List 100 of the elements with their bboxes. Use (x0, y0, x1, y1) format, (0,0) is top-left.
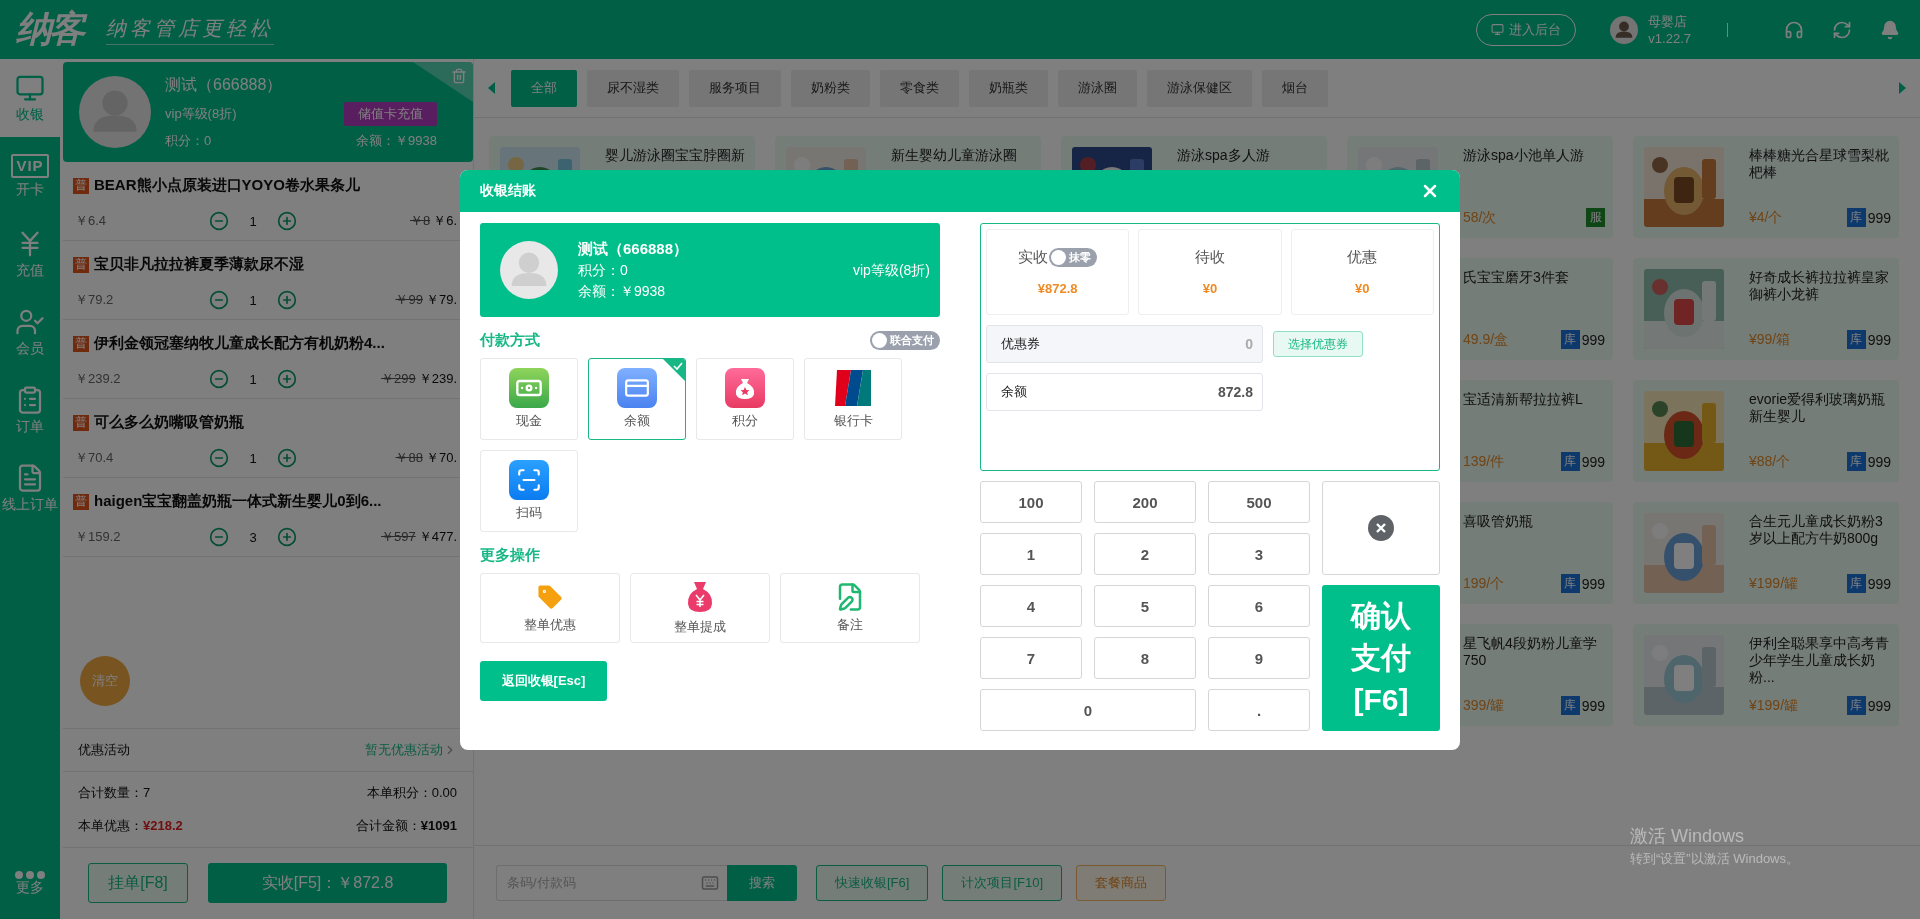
bell-icon[interactable] (1880, 19, 1900, 40)
category-tab[interactable]: 零食类 (880, 69, 959, 107)
category-tab[interactable]: 奶瓶类 (969, 69, 1048, 107)
product-price: 139/件 (1463, 452, 1505, 471)
keypad-key[interactable]: 6 (1208, 585, 1310, 627)
quantity: 1 (248, 213, 258, 229)
product-name: 宝适清新帮拉拉裤L (1463, 391, 1584, 408)
summary-value: ¥872.8 (1037, 281, 1078, 296)
minus-button[interactable] (209, 369, 229, 389)
confirm-payment-button[interactable]: 确认支付[F6] (1322, 585, 1440, 731)
keyboard-icon[interactable] (701, 873, 719, 892)
payment-method[interactable]: 扫码 (480, 450, 578, 532)
headset-icon[interactable] (1784, 19, 1804, 40)
trash-icon[interactable] (451, 68, 467, 84)
minus-button[interactable] (209, 448, 229, 468)
payment-method[interactable]: 积分 (696, 358, 794, 440)
action-tile[interactable]: 备注 (780, 573, 920, 643)
minus-button[interactable] (209, 527, 229, 547)
payment-method[interactable]: 余额 (588, 358, 686, 440)
stock-tag: 库 (1560, 696, 1580, 715)
stock-count: 999 (1581, 453, 1605, 470)
plus-button[interactable] (277, 448, 297, 468)
keypad-key[interactable]: 8 (1094, 637, 1196, 679)
category-tab[interactable]: 奶粉类 (791, 69, 870, 107)
member-level: vip等级(8折) (853, 261, 930, 280)
product-price: ¥88/个 (1749, 452, 1791, 471)
keypad-key[interactable]: 100 (980, 481, 1082, 523)
category-tab[interactable]: 游泳圈 (1058, 69, 1137, 107)
coupon-field[interactable]: 优惠券 0 (986, 325, 1263, 363)
plus-button[interactable] (277, 290, 297, 310)
select-coupon-button[interactable]: 选择优惠券 (1273, 331, 1363, 357)
category-tab[interactable]: 尿不湿类 (587, 69, 679, 107)
vip-icon: VIP (11, 153, 49, 178)
action-tile[interactable]: 整单提成 (630, 573, 770, 643)
version: v1.22.7 (1648, 31, 1691, 46)
summary-value: ¥0 (1355, 281, 1370, 296)
item-name: 可么多么奶嘴吸管奶瓶 (94, 413, 244, 432)
recharge-button[interactable]: 储值卡充值 (344, 101, 437, 126)
back-button[interactable]: 返回收银[Esc] (480, 661, 607, 701)
keypad-key[interactable]: 200 (1094, 481, 1196, 523)
stock-count: 999 (1867, 331, 1891, 348)
item-badge: 普 (73, 256, 89, 273)
original-price: ￥597 (381, 528, 416, 546)
keypad-key[interactable]: . (1208, 689, 1310, 731)
category-tab[interactable]: 服务项目 (689, 69, 781, 107)
member-balance: 余额：￥9938 (356, 131, 437, 150)
plus-button[interactable] (277, 211, 297, 231)
original-price: ￥299 (381, 370, 416, 388)
category-tab[interactable]: 游泳保健区 (1147, 69, 1252, 107)
clear-icon (1368, 515, 1394, 541)
dots-icon (15, 871, 45, 879)
order-points: 本单积分：0.00 (365, 784, 457, 802)
product-card[interactable]: 合生元儿童成长奶粉3岁以上配方牛奶800g ¥199/罐 库 999 (1633, 502, 1899, 604)
product-price: 399/罐 (1463, 696, 1505, 715)
keypad-key[interactable]: 0 (980, 689, 1196, 731)
line-total: ￥70. (425, 449, 457, 467)
money-bag-icon (725, 368, 765, 408)
product-card[interactable]: 伊利全聪果享中高考青少年学生儿童成长奶粉... ¥199/罐 库 999 (1633, 624, 1899, 726)
member-points: 积分：0 (165, 131, 212, 150)
plus-button[interactable] (277, 369, 297, 389)
avatar (500, 241, 558, 299)
keypad-key[interactable]: 5 (1094, 585, 1196, 627)
toggle-switch[interactable]: 联合支付 (870, 331, 940, 350)
keypad-key[interactable]: 9 (1208, 637, 1310, 679)
keypad-key[interactable]: 1 (980, 533, 1082, 575)
product-price: 199/个 (1463, 574, 1505, 593)
stock-count: 999 (1581, 575, 1605, 592)
refresh-icon[interactable] (1832, 19, 1852, 40)
product-card[interactable]: 好奇成长裤拉拉裤皇家御裤小龙裤 ¥99/箱 库 999 (1633, 258, 1899, 360)
product-name: 棒棒糖光合星球雪梨枇杷棒 (1749, 147, 1890, 181)
scroll-right-icon[interactable] (1899, 82, 1906, 94)
stock-tag: 库 (1846, 452, 1866, 471)
product-name: 星飞帆4段奶粉儿童学 (1463, 635, 1598, 652)
product-card[interactable]: evorie爱得利玻璃奶瓶新生婴儿 ¥88/个 库 999 (1633, 380, 1899, 482)
balance-field[interactable]: 余额 872.8 (986, 373, 1263, 411)
original-price: ￥88 (395, 449, 423, 467)
check-icon (663, 359, 685, 381)
backspace-button[interactable] (1322, 481, 1440, 575)
payment-method[interactable]: 银行卡 (804, 358, 902, 440)
minus-button[interactable] (209, 211, 229, 231)
product-card[interactable]: 棒棒糖光合星球雪梨枇杷棒 ¥4/个 库 999 (1633, 136, 1899, 238)
product-name: 婴儿游泳圈宝宝脖圈新 (605, 147, 746, 164)
toggle-switch[interactable]: 抹零 (1049, 248, 1098, 267)
quantity: 1 (248, 371, 258, 387)
keypad-key[interactable]: 500 (1208, 481, 1310, 523)
product-name: 喜吸管奶瓶 (1463, 513, 1534, 530)
keypad-key[interactable]: 4 (980, 585, 1082, 627)
payment-method[interactable]: 现金 (480, 358, 578, 440)
unit-price: ￥239.2 (74, 370, 122, 388)
original-price: ￥99 (395, 291, 423, 309)
scroll-left-icon[interactable] (488, 82, 495, 94)
plus-button[interactable] (277, 527, 297, 547)
member-name: 测试（666888） (578, 239, 690, 259)
keypad-key[interactable]: 3 (1208, 533, 1310, 575)
action-tile[interactable]: 整单优惠 (480, 573, 620, 643)
keypad-key[interactable]: 7 (980, 637, 1082, 679)
minus-button[interactable] (209, 290, 229, 310)
keypad-key[interactable]: 2 (1094, 533, 1196, 575)
category-tab[interactable]: 烟台 (1262, 69, 1328, 107)
product-price: 58/次 (1463, 208, 1497, 227)
